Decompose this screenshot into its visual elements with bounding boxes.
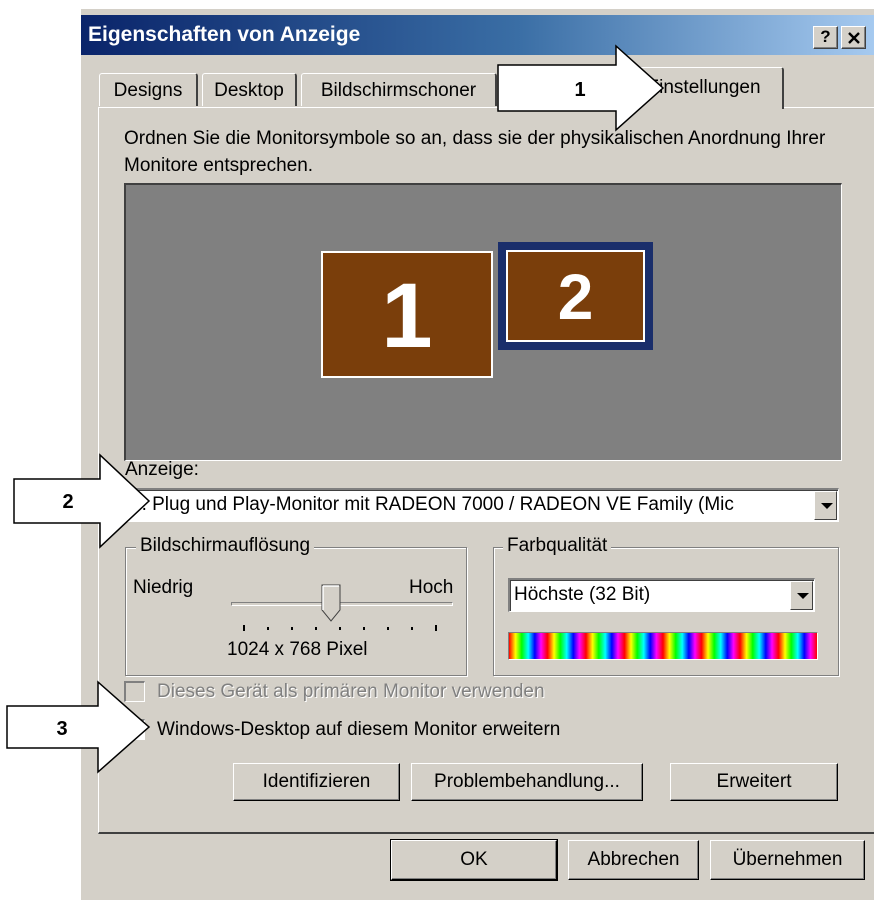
- tab-desktop[interactable]: Desktop: [202, 73, 297, 106]
- resolution-slider-thumb[interactable]: [321, 584, 341, 622]
- color-spectrum-graphic: [509, 633, 817, 659]
- resolution-slider-ticks: [231, 621, 457, 631]
- callout-1-number: 1: [574, 79, 585, 101]
- advanced-button[interactable]: Erweitert: [670, 763, 838, 801]
- callout-arrow-1: 1: [497, 44, 665, 132]
- color-quality-select[interactable]: Höchste (32 Bit): [508, 578, 815, 612]
- close-icon: [847, 32, 860, 44]
- color-spectrum-preview: [508, 632, 818, 660]
- monitor-arrangement-area[interactable]: 1 2: [124, 183, 842, 461]
- color-quality-group-title: Farbqualität: [503, 535, 612, 557]
- display-select[interactable]: 2. Plug und Play-Monitor mit RADEON 7000…: [125, 488, 839, 522]
- monitor-1-icon[interactable]: 1: [321, 251, 493, 378]
- cancel-button[interactable]: Abbrechen: [568, 840, 699, 880]
- callout-3-number: 3: [56, 718, 67, 740]
- resolution-value: 1024 x 768 Pixel: [227, 639, 368, 660]
- callout-arrow-2: 2: [13, 453, 151, 549]
- monitor-2-selection-frame[interactable]: 2: [498, 242, 653, 350]
- display-dropdown-button[interactable]: [814, 491, 837, 520]
- troubleshoot-button[interactable]: Problembehandlung...: [411, 763, 643, 801]
- title-bar[interactable]: Eigenschaften von Anzeige ?: [81, 15, 874, 55]
- color-quality-dropdown-button[interactable]: [790, 581, 813, 610]
- instructions-text: Ordnen Sie die Monitorsymbole so an, das…: [124, 128, 826, 176]
- primary-monitor-label: Dieses Gerät als primären Monitor verwen…: [157, 681, 545, 702]
- resolution-low-label: Niedrig: [133, 577, 194, 598]
- tab-bildschirmschoner[interactable]: Bildschirmschoner: [301, 73, 497, 106]
- monitor-2-icon[interactable]: 2: [506, 250, 645, 342]
- callout-2-number: 2: [62, 491, 73, 513]
- close-button[interactable]: [841, 26, 866, 49]
- callout-arrow-3: 3: [6, 680, 151, 774]
- extend-desktop-label: Windows-Desktop auf diesem Monitor erwei…: [157, 719, 561, 740]
- color-quality-value: Höchste (32 Bit): [514, 584, 651, 605]
- apply-button[interactable]: Übernehmen: [710, 840, 865, 880]
- help-button[interactable]: ?: [813, 26, 838, 49]
- tab-designs[interactable]: Designs: [99, 73, 198, 106]
- window-title: Eigenschaften von Anzeige: [88, 23, 361, 46]
- resolution-high-label: Hoch: [409, 577, 454, 598]
- display-properties-dialog: Eigenschaften von Anzeige ? Designs Desk…: [80, 8, 874, 900]
- display-select-value: 2. Plug und Play-Monitor mit RADEON 7000…: [131, 494, 734, 515]
- identify-button[interactable]: Identifizieren: [233, 763, 400, 801]
- resolution-group-title: Bildschirmauflösung: [136, 535, 315, 557]
- ok-button[interactable]: OK: [390, 839, 558, 881]
- resolution-slider-track[interactable]: [231, 602, 453, 606]
